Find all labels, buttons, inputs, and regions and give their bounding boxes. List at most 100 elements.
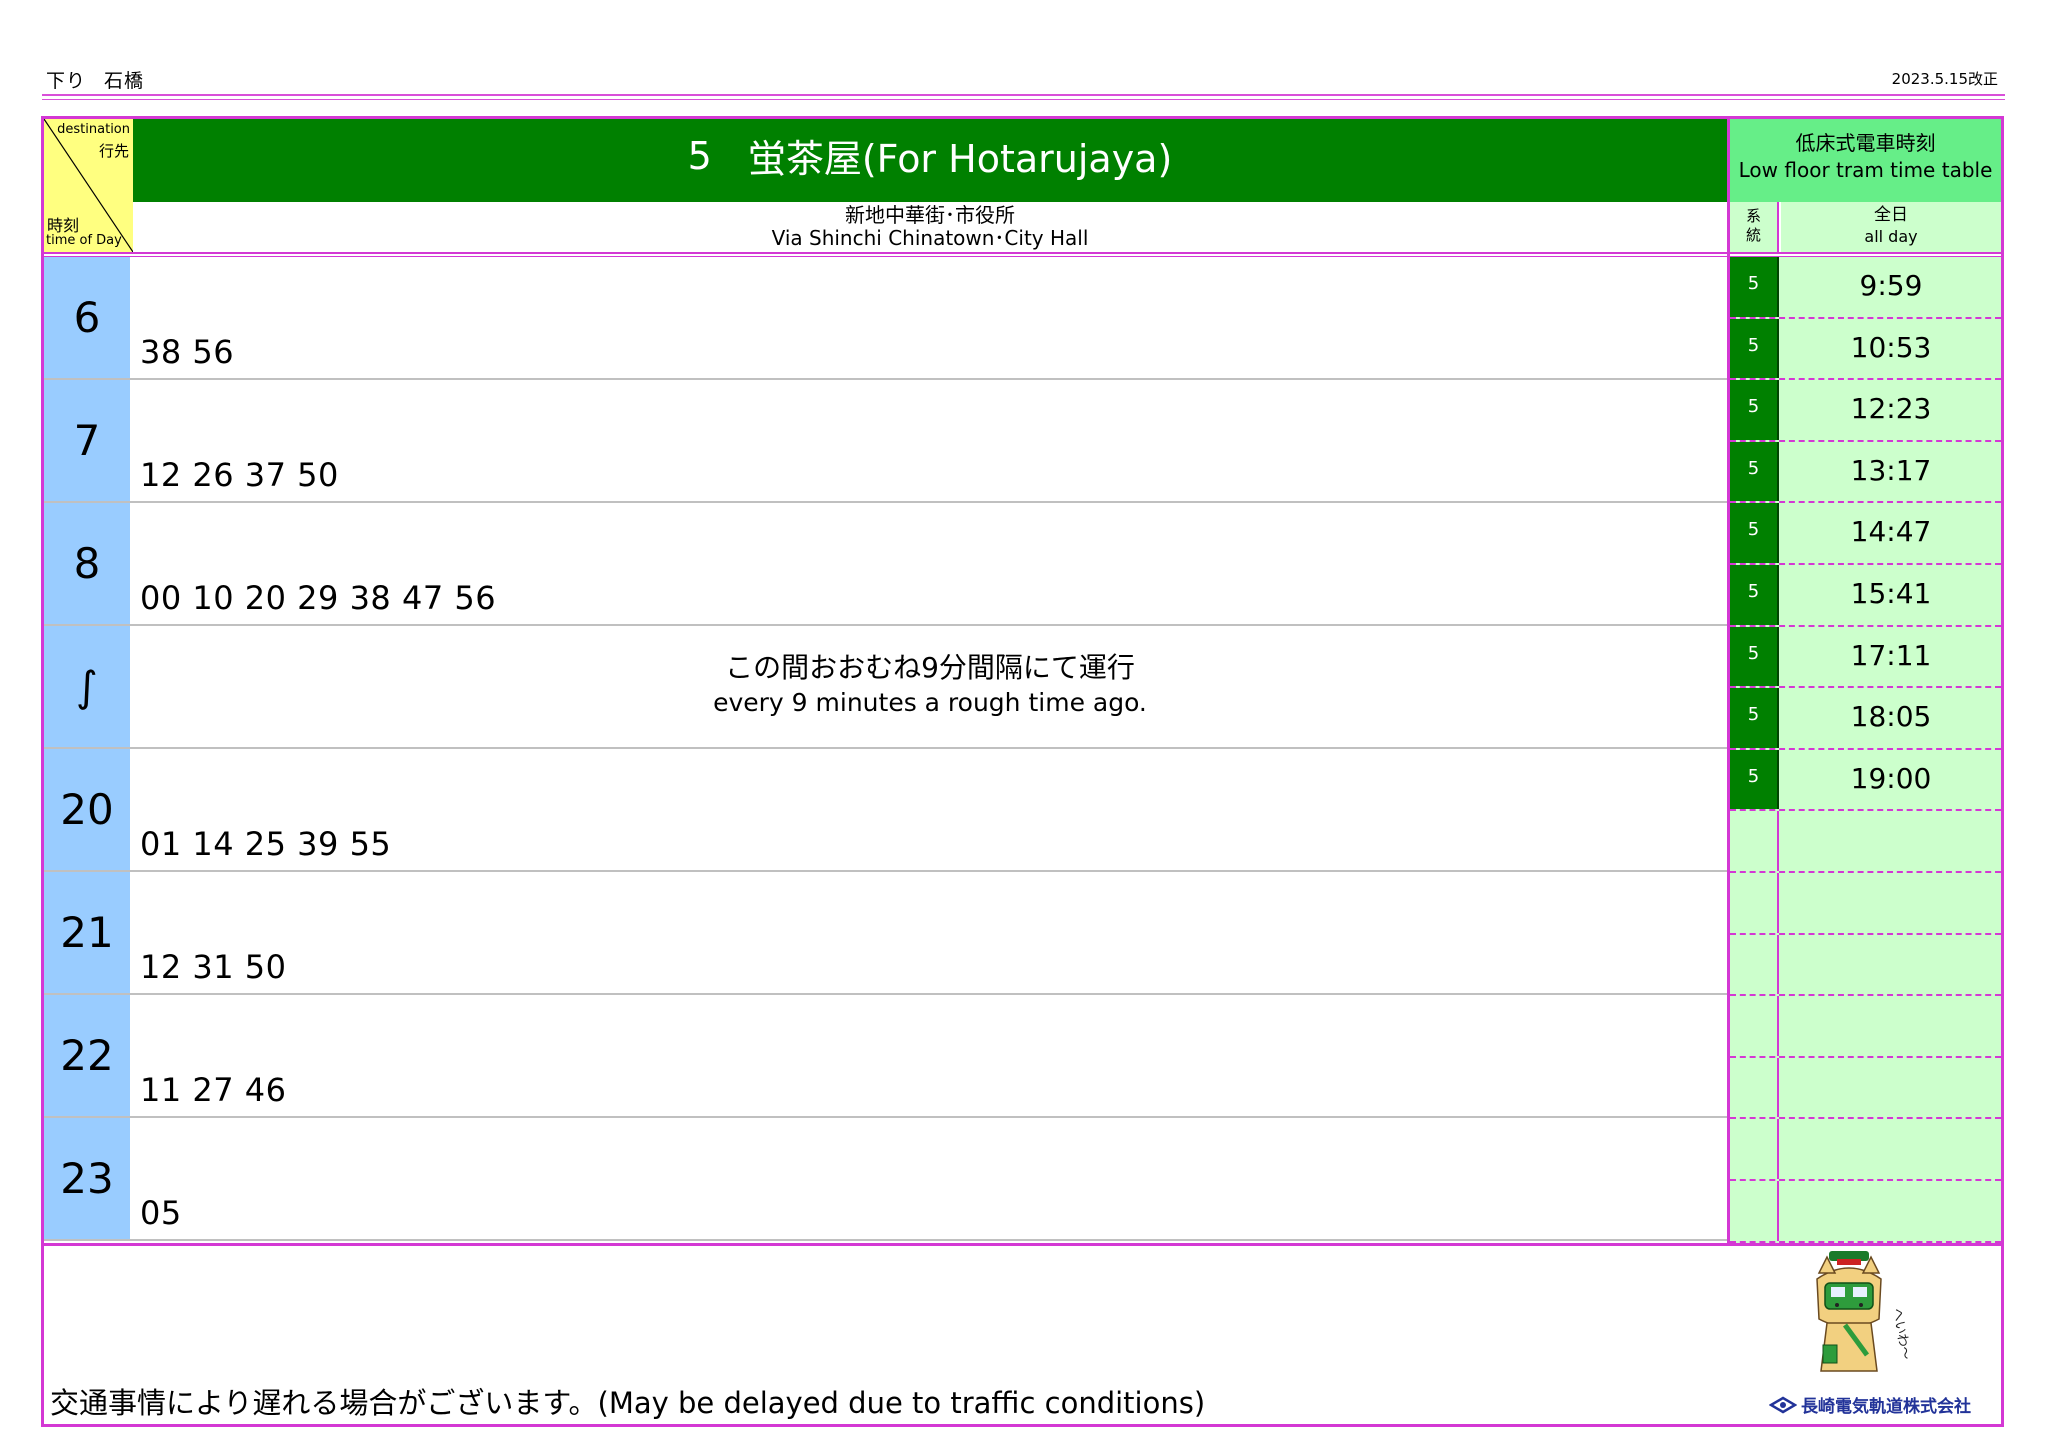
low-floor-title-en: Low floor tram time table: [1738, 158, 1993, 182]
route-system-cell: [1730, 811, 1779, 871]
system-column-char: 統: [1745, 226, 1761, 244]
low-floor-row: 5 15:41: [1730, 564, 2001, 627]
stop-heading: 下り 石橋: [46, 66, 162, 93]
mascot-caption: へいわ〜: [1889, 1307, 1913, 1361]
route-system-cell: 5: [1730, 626, 1779, 687]
timetable-frame: destination 行先 時刻 time of Day 5 蛍茶屋(For …: [41, 116, 2004, 1427]
route-system-cell: 5: [1730, 318, 1779, 379]
low-floor-time: [1781, 873, 2001, 933]
interval-note: この間おおむね9分間隔にて運行 every 9 minutes a rough t…: [133, 650, 1727, 720]
destination-en-label: destination: [57, 122, 130, 137]
departure-minutes: 05: [140, 1194, 182, 1232]
low-floor-row: 5 14:47: [1730, 503, 2001, 565]
hour-label: 20: [44, 749, 133, 870]
route-system-cell: 5: [1730, 257, 1779, 317]
time-of-day-en-label: time of Day: [46, 233, 122, 248]
route-system-cell: 5: [1730, 380, 1779, 440]
low-floor-time: [1781, 1119, 2001, 1179]
low-floor-rows: 5 9:59 5 10:53 5 12:23 5 13:17 5 14:47 5 15:41 5 17:1…: [1730, 257, 2001, 1243]
route-number: 5: [687, 133, 712, 178]
footer-divider: [44, 1243, 2001, 1246]
allday-jp: 全日: [1874, 205, 1908, 225]
route-system-cell: 5: [1730, 688, 1779, 748]
revision-date: 2023.5.15改正: [1891, 70, 1998, 88]
company-emblem-icon: [1769, 1396, 1797, 1413]
direction-label: 下り: [46, 70, 87, 92]
route-system-cell: [1730, 996, 1779, 1056]
via-label: 新地中華街･市役所 Via Shinchi Chinatown･City Hal…: [133, 202, 1727, 252]
allday-en: all day: [1864, 227, 1918, 246]
low-floor-time: 13:17: [1850, 453, 1932, 487]
low-floor-row: [1730, 811, 2001, 873]
hour-label: 21: [44, 872, 133, 993]
route-system-cell: 5: [1730, 564, 1779, 625]
hour-label: 6: [44, 257, 133, 378]
low-floor-time: 12:23: [1850, 392, 1932, 426]
low-floor-row: [1730, 934, 2001, 997]
route-system-cell: [1730, 872, 1779, 933]
low-floor-row: 5 10:53: [1730, 318, 2001, 381]
route-system-cell: 5: [1730, 749, 1779, 810]
hour-row: 6 38 56: [44, 257, 1727, 380]
via-en: Via Shinchi Chinatown･City Hall: [771, 226, 1089, 250]
system-column-char: 系: [1745, 207, 1761, 225]
hour-rows: 6 38 56 7 12 26 37 50 8 00 10 20 29 38 47 56 ∫…: [44, 257, 1727, 1241]
low-floor-time: 14:47: [1850, 515, 1932, 549]
stop-name: 石橋: [104, 70, 145, 92]
system-column-text: 系統: [1730, 207, 1777, 245]
low-floor-row: [1730, 1180, 2001, 1243]
hour-label: 23: [44, 1118, 133, 1239]
hour-row: ∫ この間おおむね9分間隔にて運行 every 9 minutes a rough …: [44, 626, 1727, 749]
low-floor-time: 19:00: [1850, 761, 1932, 795]
system-column-header: 系統: [1730, 202, 1779, 252]
hour-row: 21 12 31 50: [44, 872, 1727, 995]
hour-label: ∫: [44, 626, 133, 747]
destination-banner: 5 蛍茶屋(For Hotarujaya): [133, 119, 1727, 202]
hour-label: 8: [44, 503, 133, 624]
top-divider-thin: [42, 99, 2005, 100]
departure-minutes: 12 26 37 50: [140, 456, 339, 494]
hour-row: 23 05: [44, 1118, 1727, 1241]
route-system-cell: [1730, 1119, 1779, 1179]
low-floor-row: 5 13:17: [1730, 441, 2001, 504]
departure-minutes: 11 27 46: [140, 1071, 287, 1109]
low-floor-row: 5 17:11: [1730, 626, 2001, 689]
hour-row: 8 00 10 20 29 38 47 56: [44, 503, 1727, 626]
low-floor-time: [1781, 1181, 2001, 1241]
departure-minutes: 00 10 20 29 38 47 56: [140, 579, 497, 617]
route-system-cell: 5: [1730, 441, 1779, 502]
low-floor-title: 低床式電車時刻 Low floor tram time table: [1730, 119, 2001, 202]
low-floor-time: 18:05: [1850, 700, 1932, 734]
departure-minutes: 01 14 25 39 55: [140, 825, 392, 863]
hour-row: 7 12 26 37 50: [44, 380, 1727, 503]
interval-note-en: every 9 minutes a rough time ago.: [713, 688, 1147, 717]
hour-row: 20 01 14 25 39 55: [44, 749, 1727, 872]
top-divider: [42, 94, 2005, 96]
low-floor-row: [1730, 1119, 2001, 1181]
interval-note-jp: この間おおむね9分間隔にて運行: [725, 651, 1135, 684]
low-floor-row: [1730, 996, 2001, 1058]
low-floor-time: [1781, 996, 2001, 1056]
low-floor-time: 15:41: [1850, 576, 1932, 610]
header-corner-cell: destination 行先 時刻 time of Day: [44, 119, 133, 252]
low-floor-row: 5 12:23: [1730, 380, 2001, 442]
low-floor-time: [1781, 935, 2001, 995]
hour-label: 7: [44, 380, 133, 501]
company-name: 長崎電気軌道株式会社: [1801, 1397, 1971, 1417]
low-floor-time: 9:59: [1859, 269, 1923, 302]
mascot-image: へいわ〜: [1816, 1251, 1913, 1372]
hour-row: 22 11 27 46: [44, 995, 1727, 1118]
departure-minutes: 38 56: [140, 333, 235, 371]
delay-notice: 交通事情により遅れる場合がございます。(May be delayed due t…: [50, 1386, 1206, 1420]
low-floor-title-jp: 低床式電車時刻: [1795, 131, 1936, 155]
destination-name: 蛍茶屋(For Hotarujaya): [747, 137, 1173, 181]
destination-jp-label: 行先: [98, 142, 129, 160]
company-logo: 長崎電気軌道株式会社: [1769, 1392, 1971, 1417]
allday-column-header: 全日 all day: [1781, 202, 2001, 252]
route-system-cell: [1730, 1057, 1779, 1118]
low-floor-time: [1781, 811, 2001, 871]
low-floor-row: 5 19:00: [1730, 749, 2001, 812]
low-floor-row: 5 9:59: [1730, 257, 2001, 319]
via-jp: 新地中華街･市役所: [845, 203, 1015, 227]
low-floor-time: 17:11: [1850, 638, 1932, 672]
